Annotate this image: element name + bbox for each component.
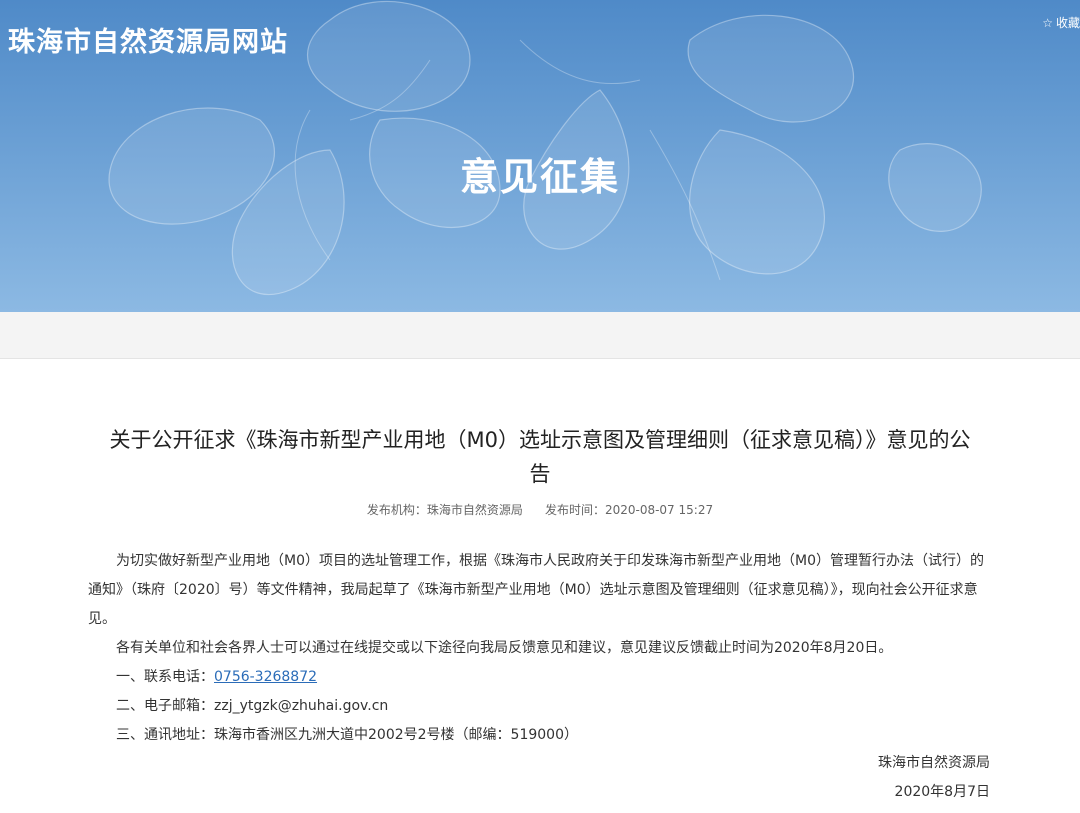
publish-time-label: 发布时间： [544,503,605,517]
signoff-org: 珠海市自然资源局 [878,755,990,771]
article-title-line2: 告 [529,462,551,486]
address-label: 三、通讯地址： [116,727,214,743]
channel-title: 意见征集 [459,155,620,199]
header-banner: 珠海市自然资源局网站 ☆ 收藏 意见征集 [0,0,1080,312]
email-label: 二、电子邮箱： [116,698,214,714]
contact-address: 三、通讯地址：珠海市香洲区九洲大道中2002号2号楼（邮编：519000） [88,721,992,750]
article-body: 为切实做好新型产业用地（M0）项目的选址管理工作，根据《珠海市人民政府关于印发珠… [88,547,992,750]
breadcrumb-strip [0,312,1080,358]
star-outline-icon: ☆ [1042,16,1053,30]
email-value: zzj_ytgzk@zhuhai.gov.cn [214,698,389,714]
address-value: 珠海市香洲区九洲大道中2002号2号楼（邮编：519000） [214,727,578,743]
publisher-info: 发布机构：珠海市自然资源局 [367,503,523,517]
publisher-value: 珠海市自然资源局 [426,503,523,517]
phone-label: 一、联系电话： [116,669,214,685]
signoff-date: 2020年8月7日 [894,784,990,800]
publisher-label: 发布机构： [366,503,427,517]
favorite-label: 收藏 [1055,16,1080,30]
publish-time-value: 2020-08-07 15:27 [604,503,714,517]
favorite-button[interactable]: ☆ 收藏 [1042,14,1080,31]
article-title-line1: 关于公开征求《珠海市新型产业用地（M0）选址示意图及管理细则（征求意见稿）》意见… [109,428,971,452]
contact-email: 二、电子邮箱：zzj_ytgzk@zhuhai.gov.cn [88,692,992,721]
contact-phone: 一、联系电话：0756-3268872 [88,663,992,692]
phone-link[interactable]: 0756-3268872 [214,669,317,685]
article-title: 关于公开征求《珠海市新型产业用地（M0）选址示意图及管理细则（征求意见稿）》意见… [80,423,1000,491]
article-paragraph: 为切实做好新型产业用地（M0）项目的选址管理工作，根据《珠海市人民政府关于印发珠… [88,553,984,627]
article-paragraph: 各有关单位和社会各界人士可以通过在线提交或以下途径向我局反馈意见和建议，意见建议… [116,640,893,656]
article-signoff: 珠海市自然资源局 2020年8月7日 [878,749,990,807]
article-container: 关于公开征求《珠海市新型产业用地（M0）选址示意图及管理细则（征求意见稿）》意见… [0,358,1080,813]
publish-time-info: 发布时间：2020-08-07 15:27 [545,503,713,517]
article-meta: 发布机构：珠海市自然资源局 发布时间：2020-08-07 15:27 [0,501,1080,518]
site-title[interactable]: 珠海市自然资源局网站 [8,20,288,59]
